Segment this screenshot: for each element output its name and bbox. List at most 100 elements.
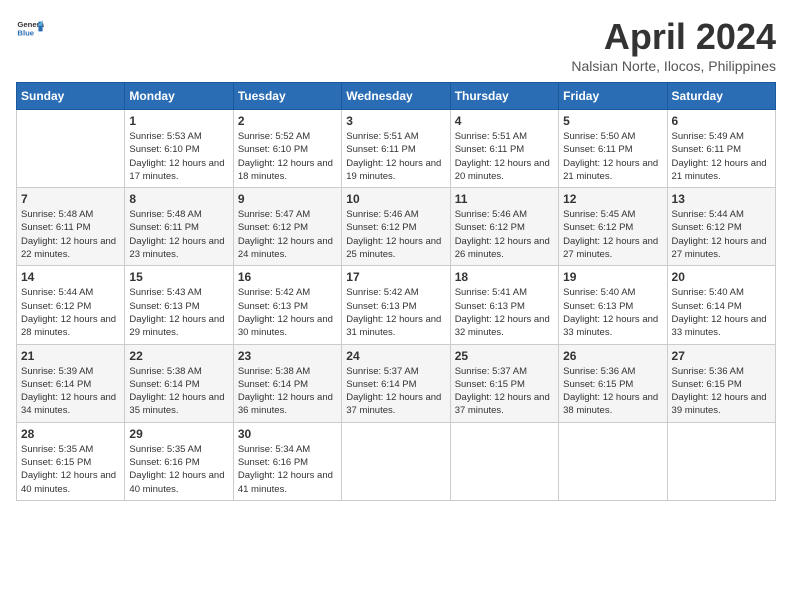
day-info: Sunrise: 5:42 AMSunset: 6:13 PMDaylight:… xyxy=(238,286,337,339)
day-number: 17 xyxy=(346,270,445,284)
calendar-cell xyxy=(559,422,667,500)
weekday-header: Wednesday xyxy=(342,83,450,110)
title-block: April 2024 Nalsian Norte, Ilocos, Philip… xyxy=(571,16,776,74)
location: Nalsian Norte, Ilocos, Philippines xyxy=(571,58,776,74)
calendar-cell: 7 Sunrise: 5:48 AMSunset: 6:11 PMDaylight… xyxy=(17,188,125,266)
day-number: 29 xyxy=(129,427,228,441)
day-number: 1 xyxy=(129,114,228,128)
calendar-cell: 15 Sunrise: 5:43 AMSunset: 6:13 PMDayligh… xyxy=(125,266,233,344)
calendar-cell: 8 Sunrise: 5:48 AMSunset: 6:11 PMDaylight… xyxy=(125,188,233,266)
day-number: 10 xyxy=(346,192,445,206)
day-number: 5 xyxy=(563,114,662,128)
day-info: Sunrise: 5:38 AMSunset: 6:14 PMDaylight:… xyxy=(238,365,337,418)
day-info: Sunrise: 5:37 AMSunset: 6:14 PMDaylight:… xyxy=(346,365,445,418)
svg-text:Blue: Blue xyxy=(17,29,34,38)
calendar-cell: 5 Sunrise: 5:50 AMSunset: 6:11 PMDaylight… xyxy=(559,110,667,188)
calendar-week-row: 1Sunrise: 5:53 AMSunset: 6:10 PMDaylight… xyxy=(17,110,776,188)
calendar-cell: 10Sunrise: 5:46 AMSunset: 6:12 PMDayligh… xyxy=(342,188,450,266)
day-number: 24 xyxy=(346,349,445,363)
day-number: 4 xyxy=(455,114,554,128)
day-info: Sunrise: 5:48 AMSunset: 6:11 PMDaylight:… xyxy=(21,208,120,261)
day-info: Sunrise: 5:52 AMSunset: 6:10 PMDaylight:… xyxy=(238,130,337,183)
calendar-header-row: SundayMondayTuesdayWednesdayThursdayFrid… xyxy=(17,83,776,110)
day-number: 8 xyxy=(129,192,228,206)
day-info: Sunrise: 5:48 AMSunset: 6:11 PMDaylight:… xyxy=(129,208,228,261)
calendar-cell: 6 Sunrise: 5:49 AMSunset: 6:11 PMDaylight… xyxy=(667,110,775,188)
calendar-cell xyxy=(667,422,775,500)
day-info: Sunrise: 5:44 AMSunset: 6:12 PMDaylight:… xyxy=(672,208,771,261)
calendar-cell xyxy=(342,422,450,500)
day-info: Sunrise: 5:49 AMSunset: 6:11 PMDaylight:… xyxy=(672,130,771,183)
day-info: Sunrise: 5:43 AMSunset: 6:13 PMDaylight:… xyxy=(129,286,228,339)
day-number: 28 xyxy=(21,427,120,441)
calendar-cell: 24 Sunrise: 5:37 AMSunset: 6:14 PMDayligh… xyxy=(342,344,450,422)
day-number: 15 xyxy=(129,270,228,284)
day-number: 9 xyxy=(238,192,337,206)
calendar-week-row: 14 Sunrise: 5:44 AMSunset: 6:12 PMDayligh… xyxy=(17,266,776,344)
weekday-header: Monday xyxy=(125,83,233,110)
day-number: 2 xyxy=(238,114,337,128)
day-info: Sunrise: 5:36 AMSunset: 6:15 PMDaylight:… xyxy=(672,365,771,418)
day-info: Sunrise: 5:44 AMSunset: 6:12 PMDaylight:… xyxy=(21,286,120,339)
calendar-cell: 23 Sunrise: 5:38 AMSunset: 6:14 PMDayligh… xyxy=(233,344,341,422)
calendar-cell: 29Sunrise: 5:35 AMSunset: 6:16 PMDayligh… xyxy=(125,422,233,500)
day-number: 20 xyxy=(672,270,771,284)
day-info: Sunrise: 5:41 AMSunset: 6:13 PMDaylight:… xyxy=(455,286,554,339)
calendar-week-row: 28 Sunrise: 5:35 AMSunset: 6:15 PMDayligh… xyxy=(17,422,776,500)
calendar-table: SundayMondayTuesdayWednesdayThursdayFrid… xyxy=(16,82,776,501)
day-number: 11 xyxy=(455,192,554,206)
calendar-cell: 4 Sunrise: 5:51 AMSunset: 6:11 PMDaylight… xyxy=(450,110,558,188)
day-info: Sunrise: 5:40 AMSunset: 6:13 PMDaylight:… xyxy=(563,286,662,339)
day-info: Sunrise: 5:47 AMSunset: 6:12 PMDaylight:… xyxy=(238,208,337,261)
day-number: 23 xyxy=(238,349,337,363)
calendar-cell: 12 Sunrise: 5:45 AMSunset: 6:12 PMDayligh… xyxy=(559,188,667,266)
weekday-header: Friday xyxy=(559,83,667,110)
calendar-cell: 21 Sunrise: 5:39 AMSunset: 6:14 PMDayligh… xyxy=(17,344,125,422)
day-number: 18 xyxy=(455,270,554,284)
day-info: Sunrise: 5:46 AMSunset: 6:12 PMDaylight:… xyxy=(455,208,554,261)
day-number: 12 xyxy=(563,192,662,206)
calendar-cell: 3 Sunrise: 5:51 AMSunset: 6:11 PMDaylight… xyxy=(342,110,450,188)
day-info: Sunrise: 5:51 AMSunset: 6:11 PMDaylight:… xyxy=(455,130,554,183)
day-info: Sunrise: 5:51 AMSunset: 6:11 PMDaylight:… xyxy=(346,130,445,183)
calendar-cell: 17 Sunrise: 5:42 AMSunset: 6:13 PMDayligh… xyxy=(342,266,450,344)
day-info: Sunrise: 5:39 AMSunset: 6:14 PMDaylight:… xyxy=(21,365,120,418)
day-number: 16 xyxy=(238,270,337,284)
day-info: Sunrise: 5:38 AMSunset: 6:14 PMDaylight:… xyxy=(129,365,228,418)
day-info: Sunrise: 5:37 AMSunset: 6:15 PMDaylight:… xyxy=(455,365,554,418)
calendar-cell: 16 Sunrise: 5:42 AMSunset: 6:13 PMDayligh… xyxy=(233,266,341,344)
day-number: 13 xyxy=(672,192,771,206)
day-info: Sunrise: 5:40 AMSunset: 6:14 PMDaylight:… xyxy=(672,286,771,339)
day-number: 22 xyxy=(129,349,228,363)
calendar-cell: 9 Sunrise: 5:47 AMSunset: 6:12 PMDaylight… xyxy=(233,188,341,266)
day-info: Sunrise: 5:45 AMSunset: 6:12 PMDaylight:… xyxy=(563,208,662,261)
weekday-header: Tuesday xyxy=(233,83,341,110)
page-header: General Blue April 2024 Nalsian Norte, I… xyxy=(16,16,776,74)
calendar-cell: 1Sunrise: 5:53 AMSunset: 6:10 PMDaylight… xyxy=(125,110,233,188)
calendar-cell xyxy=(17,110,125,188)
calendar-cell: 25 Sunrise: 5:37 AMSunset: 6:15 PMDayligh… xyxy=(450,344,558,422)
weekday-header: Thursday xyxy=(450,83,558,110)
day-number: 19 xyxy=(563,270,662,284)
calendar-cell: 30Sunrise: 5:34 AMSunset: 6:16 PMDayligh… xyxy=(233,422,341,500)
day-info: Sunrise: 5:42 AMSunset: 6:13 PMDaylight:… xyxy=(346,286,445,339)
weekday-header: Saturday xyxy=(667,83,775,110)
day-number: 6 xyxy=(672,114,771,128)
calendar-cell: 27Sunrise: 5:36 AMSunset: 6:15 PMDayligh… xyxy=(667,344,775,422)
calendar-cell: 11 Sunrise: 5:46 AMSunset: 6:12 PMDayligh… xyxy=(450,188,558,266)
day-number: 14 xyxy=(21,270,120,284)
day-info: Sunrise: 5:35 AMSunset: 6:15 PMDaylight:… xyxy=(21,443,120,496)
day-info: Sunrise: 5:50 AMSunset: 6:11 PMDaylight:… xyxy=(563,130,662,183)
day-number: 21 xyxy=(21,349,120,363)
calendar-cell: 18 Sunrise: 5:41 AMSunset: 6:13 PMDayligh… xyxy=(450,266,558,344)
day-number: 3 xyxy=(346,114,445,128)
calendar-cell: 14 Sunrise: 5:44 AMSunset: 6:12 PMDayligh… xyxy=(17,266,125,344)
day-number: 25 xyxy=(455,349,554,363)
calendar-cell: 22 Sunrise: 5:38 AMSunset: 6:14 PMDayligh… xyxy=(125,344,233,422)
calendar-cell: 13 Sunrise: 5:44 AMSunset: 6:12 PMDayligh… xyxy=(667,188,775,266)
calendar-cell: 20 Sunrise: 5:40 AMSunset: 6:14 PMDayligh… xyxy=(667,266,775,344)
day-number: 7 xyxy=(21,192,120,206)
calendar-cell xyxy=(450,422,558,500)
calendar-cell: 2 Sunrise: 5:52 AMSunset: 6:10 PMDaylight… xyxy=(233,110,341,188)
day-info: Sunrise: 5:36 AMSunset: 6:15 PMDaylight:… xyxy=(563,365,662,418)
